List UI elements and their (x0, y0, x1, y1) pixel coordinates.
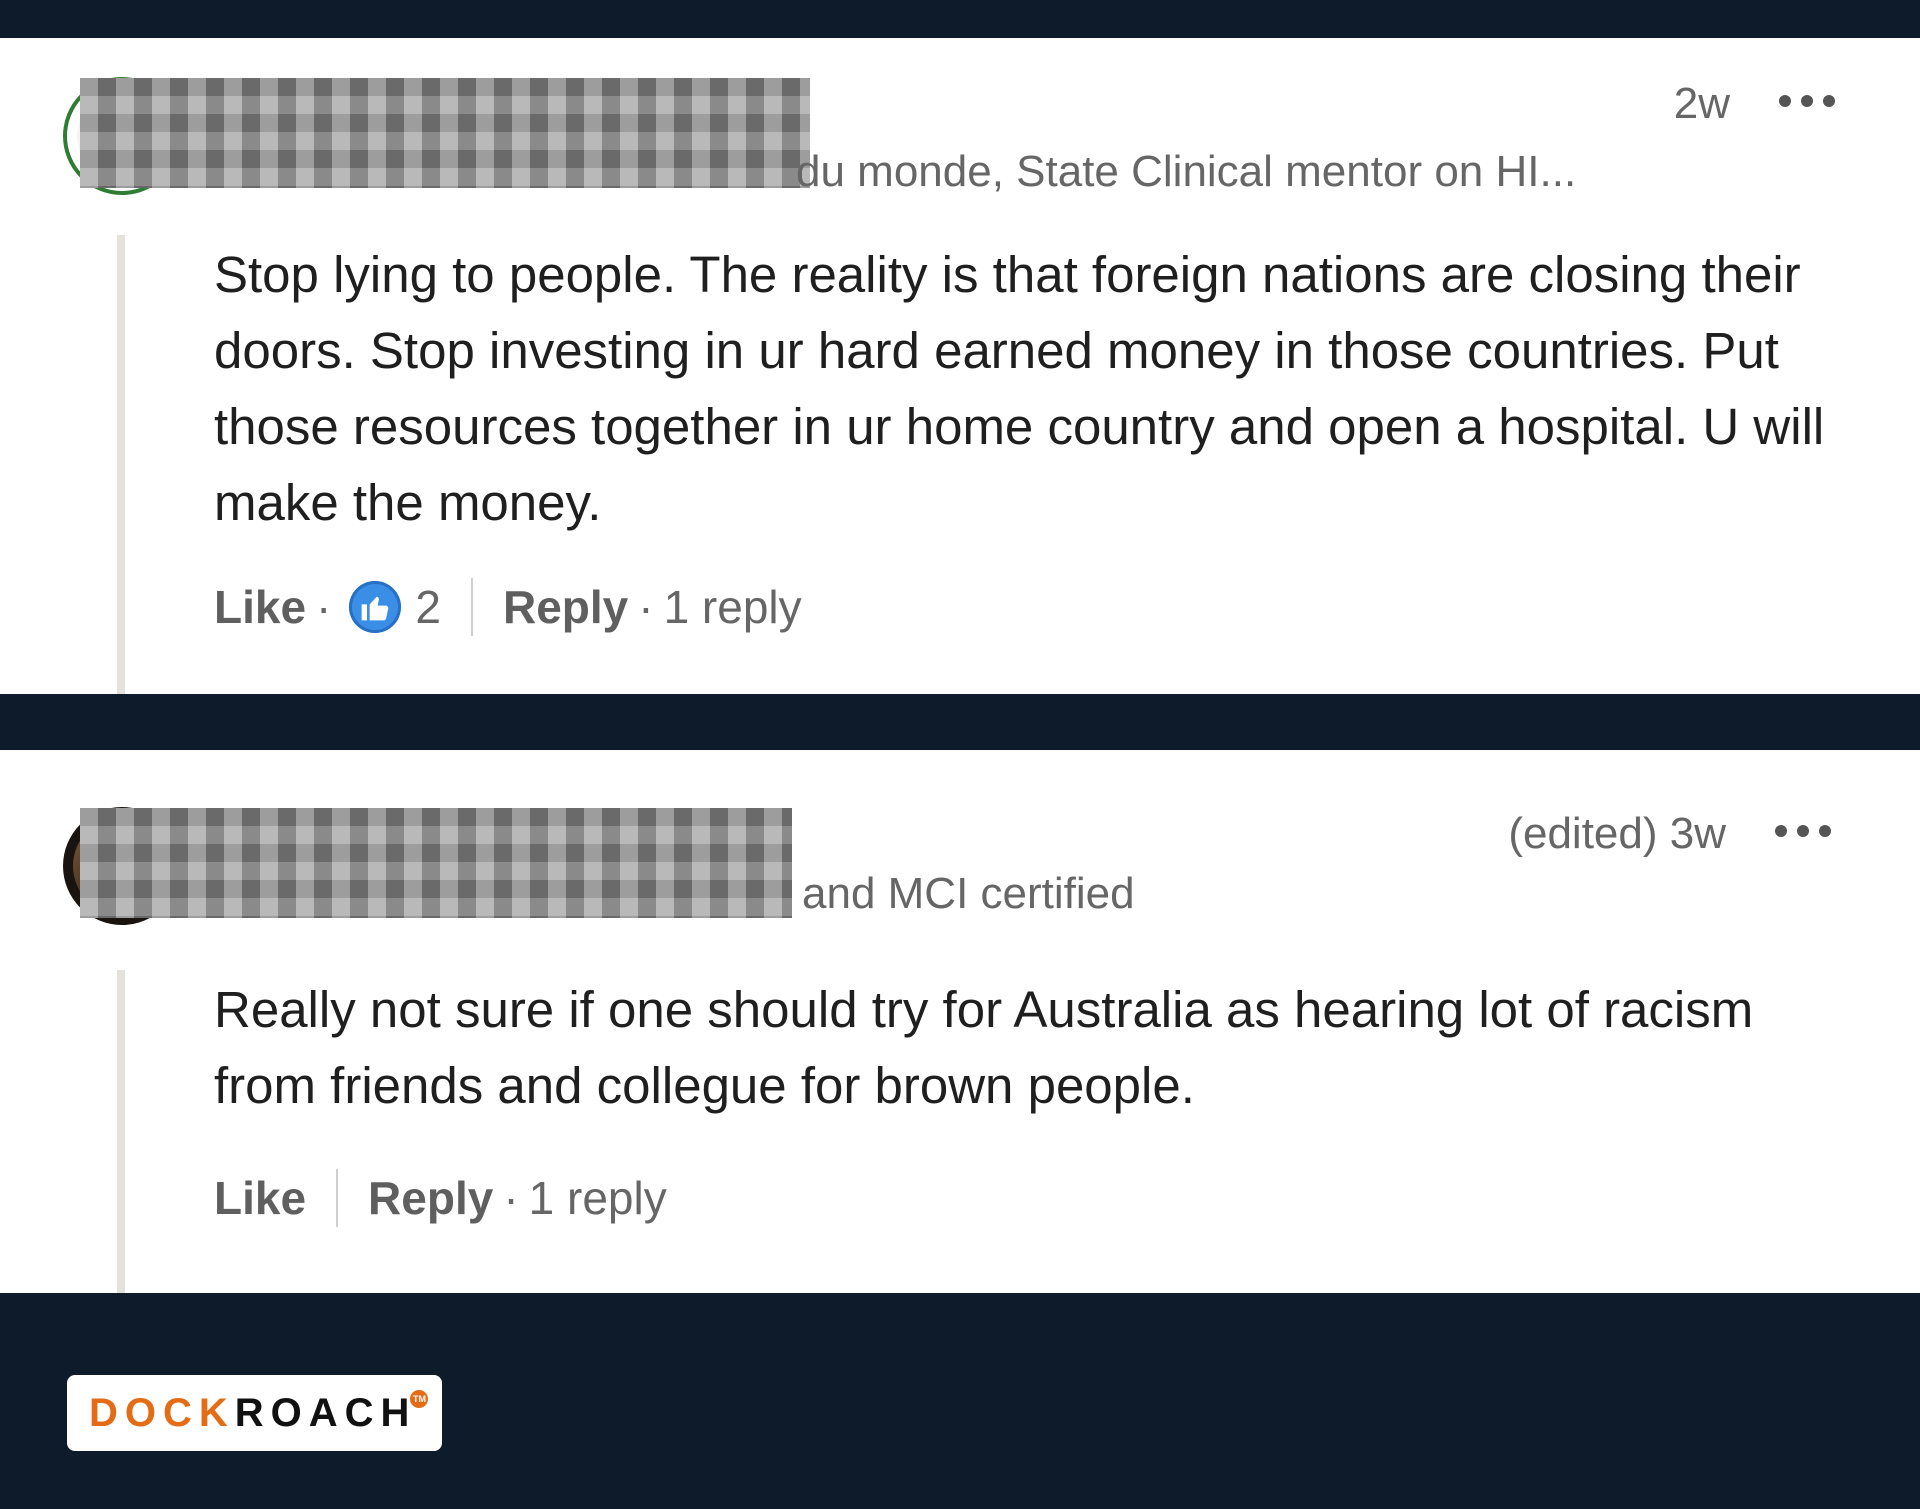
separator-dot: · (638, 581, 654, 633)
logo-text-roach: ROACH (234, 1390, 417, 1435)
reply-button[interactable]: Reply (503, 580, 628, 634)
replies-link[interactable]: 1 reply (664, 580, 802, 634)
comment-actions: Like · 2 Reply · 1 reply (214, 577, 802, 637)
like-button[interactable]: Like (214, 1171, 306, 1225)
author-headline: and MCI certified (802, 869, 1135, 918)
more-options-icon[interactable] (1779, 95, 1835, 109)
thread-line (117, 970, 125, 1293)
comment-actions: Like Reply · 1 reply (214, 1168, 667, 1228)
like-button[interactable]: Like (214, 580, 306, 634)
comment-card: and MCI certified (edited) 3w Really not… (0, 750, 1920, 1293)
more-options-icon[interactable] (1775, 825, 1831, 839)
comment-text: Stop lying to people. The reality is tha… (214, 246, 1825, 531)
author-headline: du monde, State Clinical mentor on HI... (796, 147, 1577, 196)
brand-logo: DOCK ROACH TM (67, 1375, 442, 1451)
redacted-author-name (80, 78, 810, 188)
redacted-author-name (80, 808, 792, 918)
separator-dot: · (316, 581, 332, 633)
comment-timestamp: 2w (1673, 79, 1730, 128)
separator-dot: · (503, 1172, 519, 1224)
divider (470, 578, 473, 636)
thread-line (117, 235, 125, 694)
comment-text: Really not sure if one should try for Au… (214, 981, 1754, 1114)
replies-link[interactable]: 1 reply (529, 1171, 667, 1225)
comment-card: du monde, State Clinical mentor on HI...… (0, 38, 1920, 694)
logo-text-dock: DOCK (89, 1390, 235, 1435)
reaction-count[interactable]: 2 (415, 580, 441, 634)
divider (336, 1169, 339, 1227)
thumbs-up-icon[interactable] (349, 581, 402, 633)
comment-timestamp: (edited) 3w (1508, 809, 1726, 858)
trademark-badge: TM (410, 1390, 429, 1408)
reply-button[interactable]: Reply (368, 1171, 493, 1225)
